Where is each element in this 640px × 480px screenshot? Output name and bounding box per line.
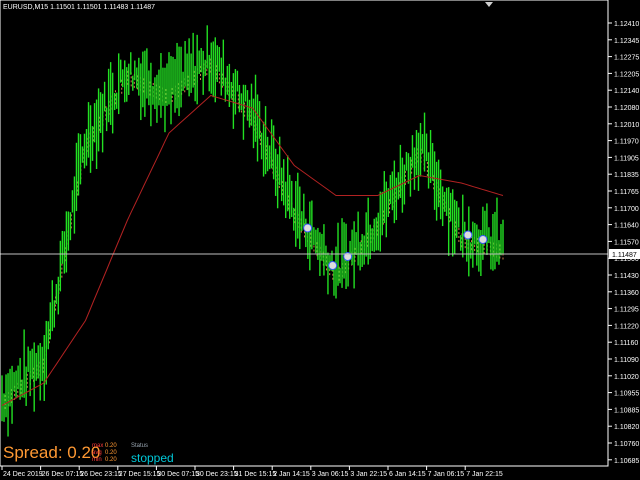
spread-stats: max 0.20 avg 0.20 min 0.20 (92, 443, 117, 464)
price-tick-label: 1.11835 (614, 172, 639, 179)
spread-value: Spread: 0.20 (3, 443, 101, 462)
price-tick-label: 1.10760 (614, 441, 639, 448)
price-chart[interactable]: 1.12410 1.12345 1.12275 1.12205 1.12140 1.120… (0, 0, 640, 480)
price-tick-label: 1.11020 (614, 374, 639, 381)
time-tick-label: 6 Jan 14:15 (389, 471, 426, 478)
signal-markers-layer (303, 223, 488, 270)
signal-marker (303, 223, 313, 233)
time-tick-label: 30 Dec 23:15 (196, 471, 238, 478)
price-axis[interactable]: 1.12410 1.12345 1.12275 1.12205 1.12140 1.120… (608, 21, 639, 465)
price-tick-label: 1.11570 (614, 239, 639, 246)
time-tick-label: 2 Jan 14:15 (273, 471, 310, 478)
time-tick-label: 30 Dec 07:15 (157, 471, 199, 478)
price-tick-label: 1.12345 (614, 38, 639, 45)
time-tick-label: 7 Jan 06:15 (428, 471, 465, 478)
price-tick-label: 1.12275 (614, 55, 639, 62)
time-tick-label: 7 Jan 22:15 (466, 471, 503, 478)
price-tick-label: 1.11765 (614, 189, 639, 196)
time-tick-label: 27 Dec 15:15 (119, 471, 161, 478)
price-tick-label: 1.10885 (614, 407, 639, 414)
price-tick-label: 1.11700 (614, 206, 639, 213)
price-tick-label: 1.12010 (614, 122, 639, 129)
price-tick-label: 1.11160 (614, 340, 638, 347)
price-tick-label: 1.12080 (614, 105, 639, 112)
price-tick-label: 1.11090 (614, 357, 639, 364)
spread-stat-avg: avg 0.20 (92, 450, 117, 456)
time-tick-label: 3 Jan 06:15 (312, 471, 349, 478)
price-tick-label: 1.10820 (614, 424, 639, 431)
price-tick-label: 1.11430 (614, 273, 639, 280)
time-tick-label: 26 Dec 23:15 (80, 471, 122, 478)
price-bars-layer (1, 25, 504, 437)
price-tick-label: 1.11905 (614, 155, 639, 162)
signal-marker (478, 235, 488, 244)
price-tick-label: 1.11640 (614, 223, 639, 230)
price-tick-label: 1.11220 (614, 323, 639, 330)
time-tick-label: 24 Dec 2019 (3, 471, 43, 478)
current-price-label: 1.11487 (612, 252, 637, 259)
price-tick-label: 1.11360 (614, 290, 639, 297)
status-value: stopped (131, 451, 174, 465)
symbol-title: EURUSD,M15 1.11501 1.11501 1.11483 1.114… (3, 4, 156, 11)
signal-marker (463, 230, 473, 240)
signal-marker (328, 261, 338, 270)
moving-average-layer (1, 94, 504, 406)
time-axis[interactable]: 24 Dec 201926 Dec 07:1526 Dec 23:1527 De… (1, 466, 503, 478)
price-tick-label: 1.10685 (614, 458, 639, 465)
time-tick-label: 3 Jan 22:15 (350, 471, 387, 478)
price-tick-label: 1.10955 (614, 391, 639, 398)
cloud-band-layer (1, 58, 504, 414)
price-tick-label: 1.11970 (614, 139, 639, 146)
spread-stat-max: max 0.20 (92, 443, 117, 449)
price-tick-label: 1.11295 (614, 307, 639, 314)
chart-shift-marker-icon[interactable] (485, 2, 493, 7)
price-tick-label: 1.12140 (614, 88, 639, 95)
spread-stat-min: min 0.20 (92, 457, 117, 463)
current-price-badge: 1.11487 (609, 249, 640, 259)
time-tick-label: 31 Dec 15:15 (235, 471, 277, 478)
time-tick-label: 26 Dec 07:15 (42, 471, 84, 478)
status-label: Status (131, 443, 149, 449)
moving-average-line (1, 94, 504, 406)
price-tick-label: 1.12205 (614, 71, 639, 78)
price-tick-label: 1.12410 (614, 21, 639, 28)
